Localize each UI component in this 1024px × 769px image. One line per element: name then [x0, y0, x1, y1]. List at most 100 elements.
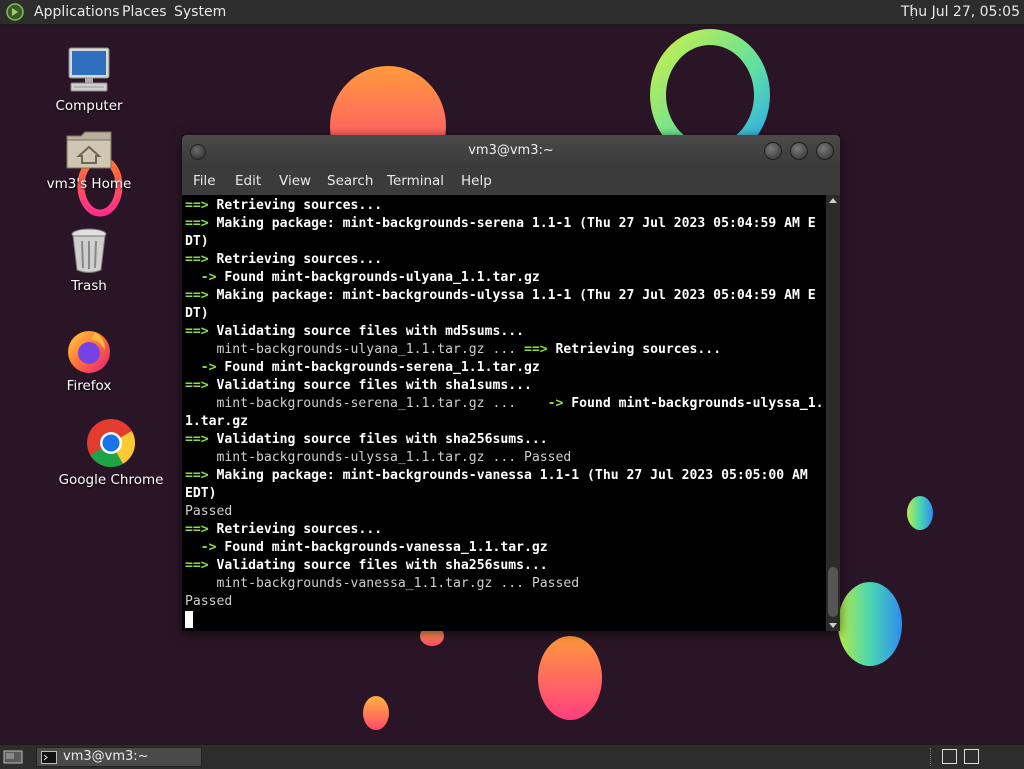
mate-menu-icon[interactable]: [6, 3, 24, 21]
terminal-scrollbar[interactable]: [826, 195, 840, 631]
menu-terminal[interactable]: Terminal: [387, 173, 444, 189]
terminal-segment: ==>: [523, 342, 556, 357]
terminal-segment: ==>: [185, 468, 217, 483]
terminal-segment: ==>: [185, 288, 217, 303]
minimize-button[interactable]: [764, 142, 782, 160]
desktop-icon-home[interactable]: vm3's Home: [44, 128, 134, 192]
menu-view[interactable]: View: [279, 173, 311, 189]
chrome-icon: [87, 419, 136, 468]
terminal-line: mint-backgrounds-ulyssa_1.1.tar.gz ... P…: [185, 449, 824, 467]
workspace-1[interactable]: [942, 749, 957, 764]
terminal-segment: Found mint-backgrounds-ulyssa_1.: [571, 396, 824, 411]
clock[interactable]: Thu Jul 27, 05:05: [901, 4, 1020, 20]
system-menu[interactable]: System: [174, 4, 226, 20]
top-panel: Applications Places System Thu Jul 27, 0…: [0, 0, 1024, 25]
terminal-segment: ==>: [185, 378, 217, 393]
terminal-segment: Making package: mint-backgrounds-serena …: [216, 216, 816, 231]
terminal-segment: Making package: mint-backgrounds-ulyssa …: [216, 288, 816, 303]
terminal-line: DT): [185, 233, 824, 251]
terminal-line: ==> Making package: mint-backgrounds-uly…: [185, 287, 824, 305]
terminal-segment: Found mint-backgrounds-ulyana_1.1.tar.gz: [224, 270, 540, 285]
terminal-segment: EDT): [185, 486, 217, 501]
terminal-segment: Validating source files with sha1sums...: [216, 378, 532, 393]
desktop-icon-firefox[interactable]: Firefox: [48, 326, 130, 394]
terminal-line: DT): [185, 305, 824, 323]
show-desktop-icon[interactable]: [3, 749, 23, 765]
terminal-segment: DT): [185, 234, 209, 249]
terminal-line: ==> Retrieving sources...: [185, 251, 824, 269]
terminal-segment: ->: [185, 270, 225, 285]
terminal-segment: Passed: [185, 594, 233, 609]
terminal-segment: ==>: [185, 216, 217, 231]
desktop-icon-label: Firefox: [66, 378, 112, 394]
terminal-segment: mint-backgrounds-serena_1.1.tar.gz ...: [185, 396, 548, 411]
terminal-segment: ==>: [185, 522, 217, 537]
terminal-line: ==> Validating source files with sha256s…: [185, 557, 824, 575]
terminal-line: ==> Validating source files with md5sums…: [185, 323, 824, 341]
terminal-segment: Found mint-backgrounds-serena_1.1.tar.gz: [224, 360, 540, 375]
terminal-segment: ->: [547, 396, 572, 411]
terminal-segment: Retrieving sources...: [216, 252, 383, 267]
terminal-line: ==> Retrieving sources...: [185, 521, 824, 539]
menu-search[interactable]: Search: [327, 173, 373, 189]
terminal-segment: Validating source files with md5sums...: [216, 324, 524, 339]
desktop-icon-label: Google Chrome: [58, 472, 164, 488]
terminal-segment: DT): [185, 306, 209, 321]
desktop-icon-computer[interactable]: Computer: [48, 46, 130, 114]
terminal-segment: ==>: [185, 558, 217, 573]
terminal-line: ==> Validating source files with sha1sum…: [185, 377, 824, 395]
desktop-icon-trash[interactable]: Trash: [48, 228, 130, 294]
terminal-menubar: File Edit View Search Terminal Help: [182, 167, 840, 195]
terminal-segment: Retrieving sources...: [216, 522, 383, 537]
taskbar-button-terminal[interactable]: vm3@vm3:~: [36, 747, 202, 767]
workspace-2[interactable]: [964, 749, 979, 764]
applications-menu[interactable]: Applications: [34, 4, 120, 20]
computer-icon: [68, 47, 110, 92]
panel-separator: [930, 748, 932, 766]
terminal-segment: 1.tar.gz: [185, 414, 249, 429]
terminal-line: ==> Retrieving sources...: [185, 197, 824, 215]
terminal-segment: Validating source files with sha256sums.…: [216, 558, 548, 573]
terminal-line: ==> Making package: mint-backgrounds-ser…: [185, 215, 824, 233]
desktop-icon-label: vm3's Home: [46, 176, 132, 192]
terminal-segment: Making package: mint-backgrounds-vanessa…: [216, 468, 808, 483]
close-button[interactable]: [816, 142, 834, 160]
terminal-icon: [41, 751, 57, 764]
terminal-line: mint-backgrounds-serena_1.1.tar.gz ... -…: [185, 395, 824, 413]
terminal-text: ==> Retrieving sources... ==> Making pack…: [185, 197, 824, 629]
terminal-segment: ==>: [185, 432, 217, 447]
terminal-line: mint-backgrounds-ulyana_1.1.tar.gz ... =…: [185, 341, 824, 359]
terminal-line: Passed: [185, 503, 824, 521]
terminal-segment: Found mint-backgrounds-vanessa_1.1.tar.g…: [224, 540, 548, 555]
firefox-icon: [68, 331, 110, 373]
scroll-up-arrow-icon[interactable]: [829, 198, 837, 203]
menu-help[interactable]: Help: [461, 173, 492, 189]
terminal-output[interactable]: ==> Retrieving sources... ==> Making pack…: [182, 195, 826, 631]
menu-file[interactable]: File: [193, 173, 216, 189]
terminal-segment: ->: [185, 540, 225, 555]
terminal-window[interactable]: vm3@vm3:~ File Edit View Search Terminal…: [182, 135, 840, 631]
bottom-panel: vm3@vm3:~: [0, 744, 1024, 769]
window-titlebar[interactable]: vm3@vm3:~: [182, 135, 840, 167]
terminal-segment: ==>: [185, 198, 217, 213]
scrollbar-thumb[interactable]: [828, 567, 838, 617]
scroll-down-arrow-icon[interactable]: [829, 623, 837, 628]
places-menu[interactable]: Places: [122, 4, 167, 20]
terminal-line: mint-backgrounds-vanessa_1.1.tar.gz ... …: [185, 575, 824, 593]
terminal-line: 1.tar.gz: [185, 413, 824, 431]
terminal-segment: mint-backgrounds-vanessa_1.1.tar.gz ... …: [185, 576, 580, 591]
terminal-line: ==> Making package: mint-backgrounds-van…: [185, 467, 824, 485]
terminal-line: -> Found mint-backgrounds-ulyana_1.1.tar…: [185, 269, 824, 287]
desktop-icon-label: Trash: [71, 278, 107, 294]
maximize-button[interactable]: [790, 142, 808, 160]
terminal-segment: Validating source files with sha256sums.…: [216, 432, 548, 447]
terminal-line: -> Found mint-backgrounds-serena_1.1.tar…: [185, 359, 824, 377]
desktop-icon-label: Computer: [55, 98, 123, 114]
terminal-line: -> Found mint-backgrounds-vanessa_1.1.ta…: [185, 539, 824, 557]
terminal-segment: mint-backgrounds-ulyssa_1.1.tar.gz ... P…: [185, 450, 572, 465]
taskbar-button-label: vm3@vm3:~: [63, 749, 149, 764]
terminal-segment: ==>: [185, 324, 217, 339]
terminal-segment: Retrieving sources...: [555, 342, 722, 357]
menu-edit[interactable]: Edit: [235, 173, 261, 189]
desktop-icon-chrome[interactable]: Google Chrome: [58, 418, 164, 488]
